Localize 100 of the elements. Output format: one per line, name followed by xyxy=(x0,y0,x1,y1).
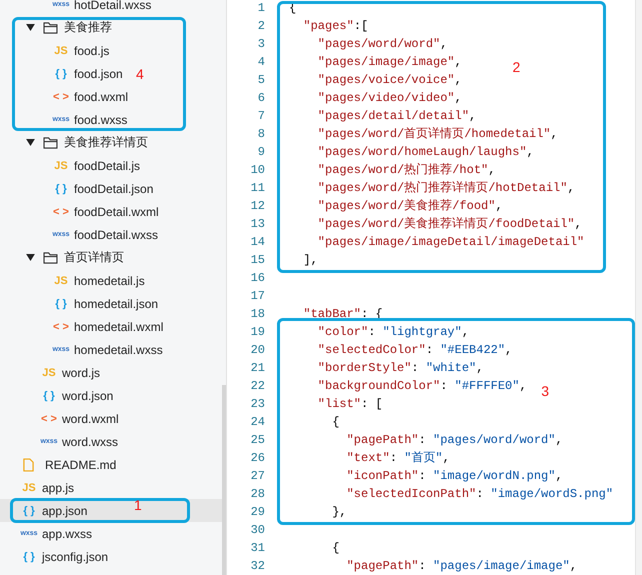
code-line: "list": [ xyxy=(316,397,383,411)
line-number: 10 xyxy=(250,162,265,179)
folder-item[interactable]: 首页详情页 xyxy=(0,246,124,269)
code-line: "pages/word/热门推荐/hot", xyxy=(316,163,496,177)
file-type-icon: JS xyxy=(52,44,70,56)
file-type-icon: < > xyxy=(40,412,58,424)
folder-icon xyxy=(43,252,58,264)
line-number: 28 xyxy=(250,486,265,503)
line-number: 30 xyxy=(250,522,265,539)
file-item[interactable]: < > homedetail.wxml xyxy=(0,315,164,338)
code-line: "pages/word/热门推荐详情页/hotDetail", xyxy=(316,181,575,195)
document-icon xyxy=(23,458,34,472)
file-type-icon: JS xyxy=(52,274,70,286)
line-number: 31 xyxy=(250,540,265,557)
file-type-icon: { } xyxy=(52,68,70,80)
folder-icon xyxy=(43,136,58,148)
code-line: "iconPath": "image/wordN.png", xyxy=(346,469,563,483)
line-number: 22 xyxy=(250,378,265,395)
line-number: 19 xyxy=(250,324,265,341)
annotation-number: 1 xyxy=(134,497,142,513)
file-item[interactable]: JS app.js xyxy=(0,476,74,499)
file-item[interactable]: { } foodDetail.json xyxy=(0,177,154,200)
file-type-icon: < > xyxy=(52,206,70,218)
annotation-number: 4 xyxy=(136,66,144,82)
code-line: "color": "lightgray", xyxy=(316,325,470,339)
file-item[interactable]: { } food.json xyxy=(0,62,123,85)
file-type-icon: { } xyxy=(40,390,58,402)
line-number: 9 xyxy=(256,144,265,161)
line-number: 24 xyxy=(250,414,265,431)
line-number: 23 xyxy=(250,396,265,413)
line-number: 14 xyxy=(250,234,265,251)
file-item[interactable]: < > food.wxml xyxy=(0,85,128,108)
code-line: "pages/word/美食推荐详情页/foodDetail", xyxy=(316,217,582,231)
file-item[interactable]: { } word.json xyxy=(0,384,114,407)
annotation-number: 2 xyxy=(512,59,520,75)
code-line: { xyxy=(331,541,340,555)
file-type-icon: JS xyxy=(20,482,38,494)
line-number: 11 xyxy=(250,180,265,197)
line-number: 15 xyxy=(250,252,265,269)
line-number: 6 xyxy=(256,90,265,107)
code-line: "pages/word/homeLaugh/laughs", xyxy=(316,145,534,159)
file-type-icon: { } xyxy=(52,182,70,194)
code-line: { xyxy=(331,415,340,429)
folder-item[interactable]: 美食推荐 xyxy=(0,16,112,39)
file-item[interactable]: JS foodDetail.js xyxy=(0,154,140,177)
code-line: }, xyxy=(331,505,347,519)
code-line: ], xyxy=(302,253,318,267)
file-type-icon: < > xyxy=(52,320,70,332)
file-item[interactable]: < > word.wxml xyxy=(0,407,119,430)
file-type-icon: { } xyxy=(20,504,38,516)
line-number: 18 xyxy=(250,306,265,323)
code-line: "pages":[ xyxy=(302,19,368,33)
expand-caret-icon xyxy=(26,254,35,261)
line-number: 2 xyxy=(256,18,265,35)
code-line: "pages/voice/voice", xyxy=(316,73,462,87)
line-number: 3 xyxy=(256,36,265,53)
line-number: 16 xyxy=(250,270,265,287)
line-number: 17 xyxy=(250,288,265,305)
code-line: "pages/word/美食推荐/food", xyxy=(316,199,503,213)
file-item[interactable]: { } app.json xyxy=(0,499,88,522)
code-line: "pagePath": "pages/word/word", xyxy=(346,433,563,447)
expand-caret-icon xyxy=(26,139,35,146)
folder-item[interactable]: 美食推荐详情页 xyxy=(0,131,148,154)
line-number: 1 xyxy=(256,0,265,17)
line-number: 21 xyxy=(250,360,265,377)
code-line: "pages/video/video", xyxy=(316,91,462,105)
file-type-icon: JS xyxy=(52,160,70,172)
scrollbar[interactable] xyxy=(222,385,226,575)
code-line: "borderStyle": "white", xyxy=(316,361,484,375)
line-number: 8 xyxy=(256,126,265,143)
line-number: 13 xyxy=(250,216,265,233)
code-line: "pages/word/首页详情页/homedetail", xyxy=(316,127,558,141)
line-number: 25 xyxy=(250,432,265,449)
code-line: "text": "首页", xyxy=(346,451,450,465)
line-number: 32 xyxy=(250,558,265,575)
line-number: 29 xyxy=(250,504,265,521)
file-type-icon: JS xyxy=(40,366,58,378)
file-type-icon: { } xyxy=(20,550,38,562)
folder-icon xyxy=(43,22,58,34)
file-item[interactable]: README.md xyxy=(0,453,116,476)
annotation-number: 3 xyxy=(541,383,550,399)
file-item[interactable]: { } homedetail.json xyxy=(0,292,158,315)
file-type-icon: < > xyxy=(52,90,70,102)
code-line: "pages/image/imageDetail/imageDetail" xyxy=(316,235,584,249)
file-item[interactable]: JS homedetail.js xyxy=(0,269,145,292)
code-line: "selectedIconPath": "image/wordS.png" xyxy=(346,487,614,501)
file-item[interactable]: < > foodDetail.wxml xyxy=(0,200,159,223)
line-number: 20 xyxy=(250,342,265,359)
code-line: "selectedColor": "#EEB422", xyxy=(316,343,512,357)
file-type-icon: { } xyxy=(52,298,70,310)
line-number: 4 xyxy=(256,54,265,71)
code-line: "pagePath": "pages/image/image", xyxy=(346,559,578,573)
line-number: 5 xyxy=(256,72,265,89)
file-item[interactable]: JS word.js xyxy=(0,361,100,384)
file-item[interactable]: JS food.js xyxy=(0,39,110,62)
file-item[interactable]: { } jsconfig.json xyxy=(0,545,108,568)
code-line: "pages/image/image", xyxy=(316,55,462,69)
expand-caret-icon xyxy=(26,24,35,31)
line-number: 7 xyxy=(256,108,265,125)
line-number: 26 xyxy=(250,450,265,467)
